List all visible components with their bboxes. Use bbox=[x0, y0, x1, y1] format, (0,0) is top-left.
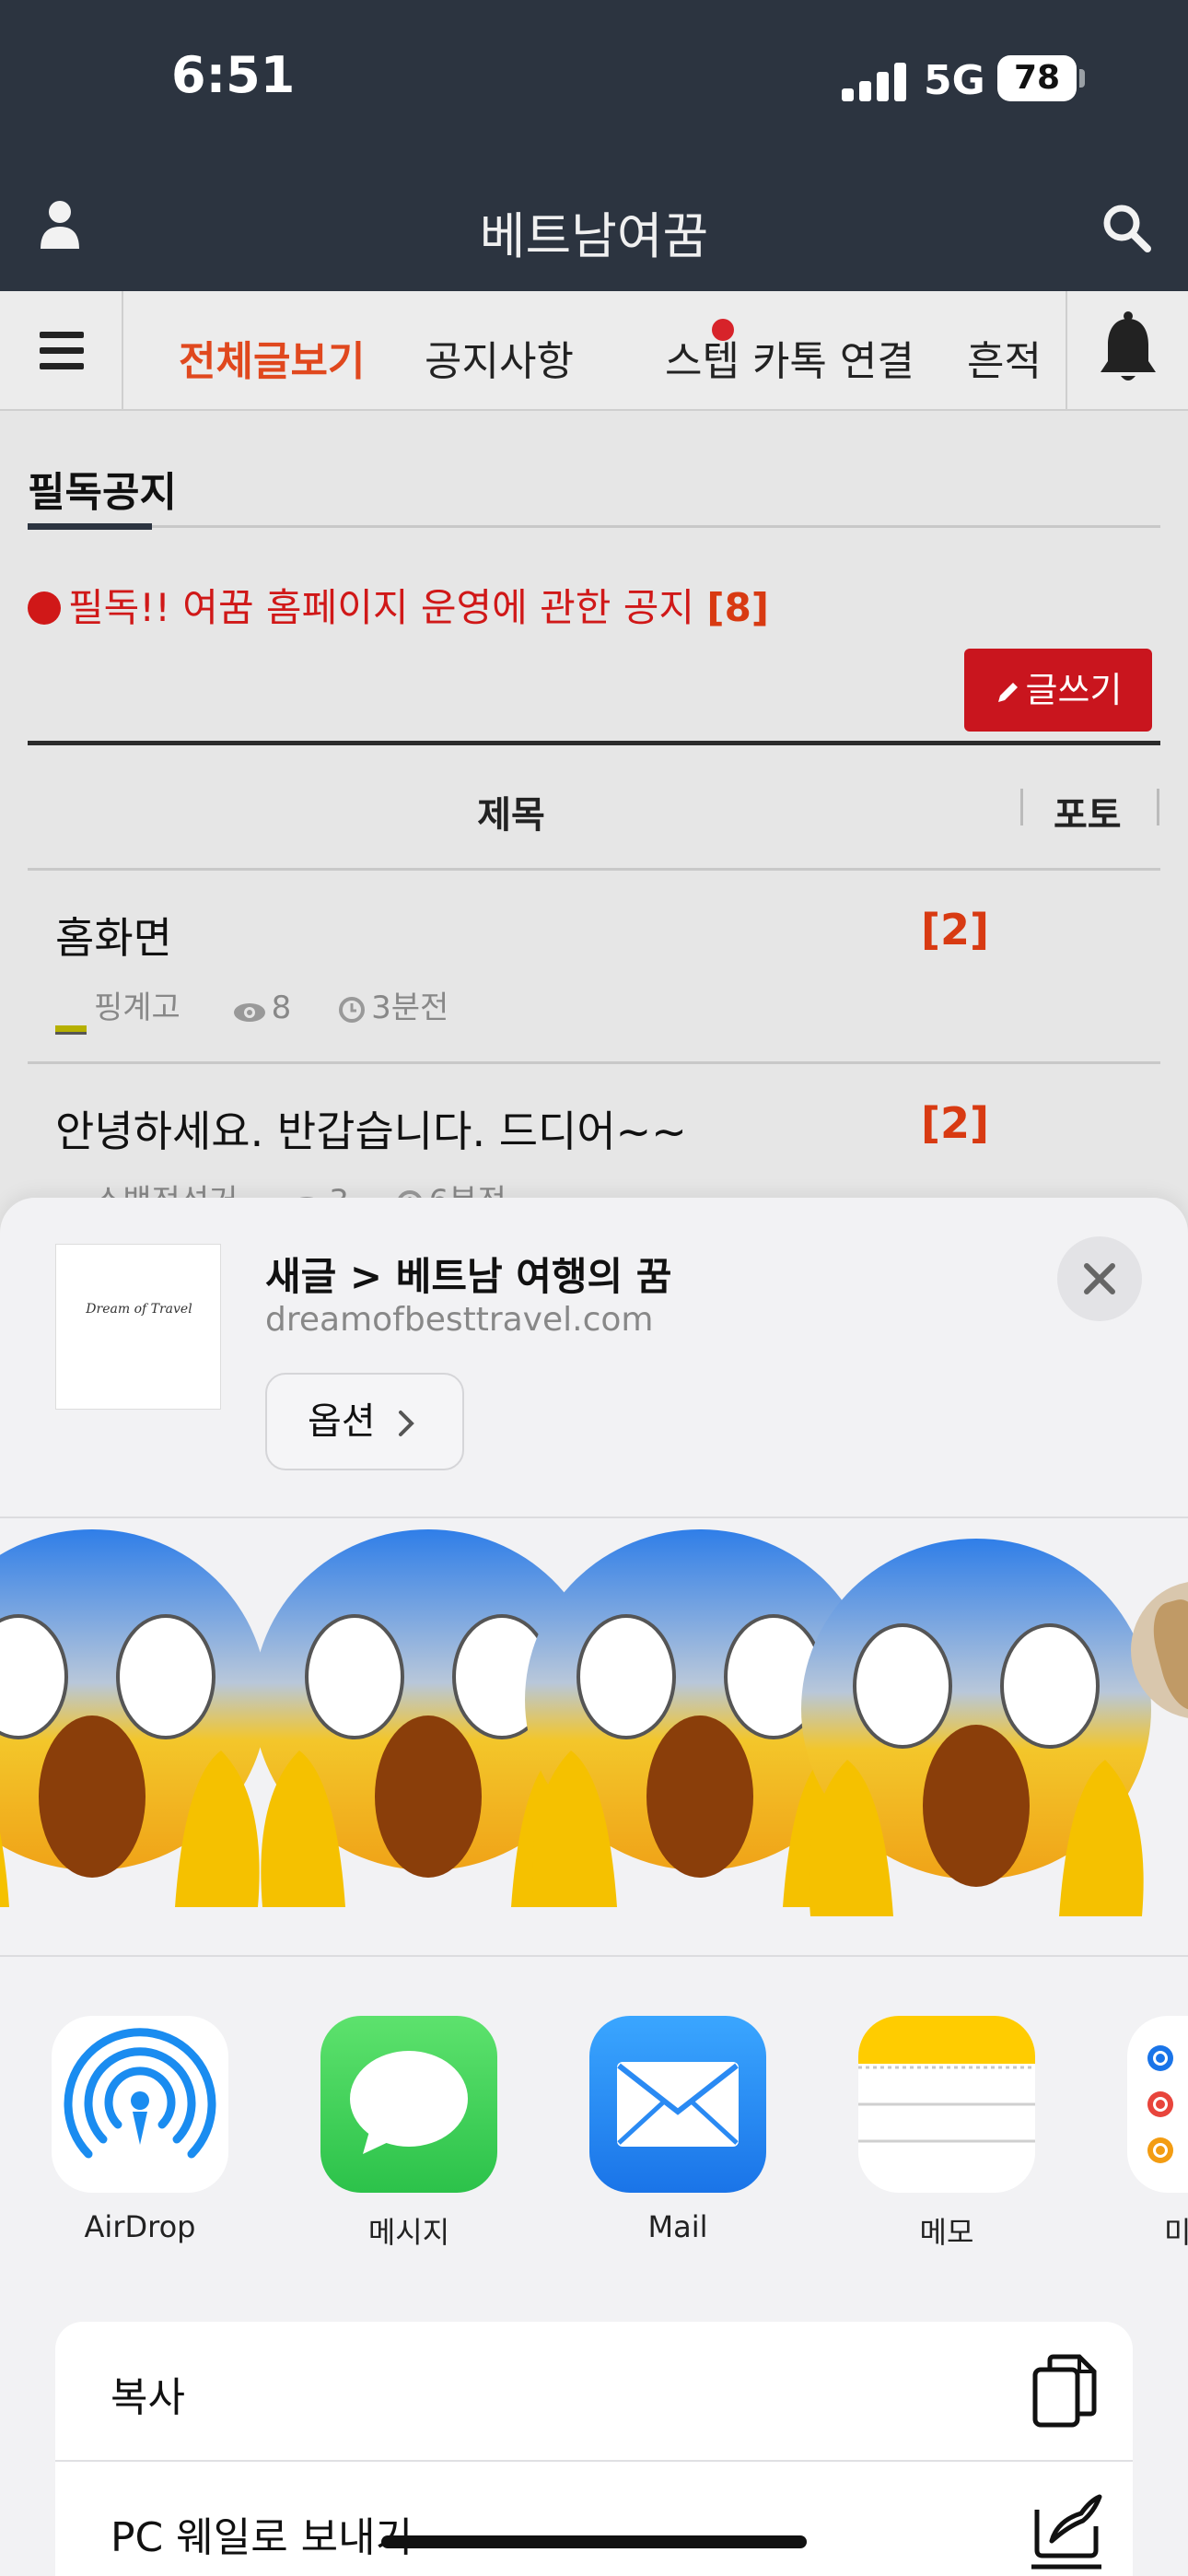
divider bbox=[28, 525, 1160, 528]
status-bar: 6:51 5G 78 bbox=[0, 0, 1188, 162]
copy-action[interactable]: 복사 bbox=[55, 2322, 1133, 2462]
post-views: 8 bbox=[271, 989, 292, 1026]
status-time: 6:51 bbox=[171, 46, 296, 104]
airdrop-icon bbox=[52, 2016, 228, 2193]
options-button[interactable]: 옵션 bbox=[265, 1373, 464, 1470]
post-author[interactable]: 핑계고 bbox=[94, 989, 181, 1026]
app-header: 베트남여꿈 bbox=[0, 162, 1188, 291]
hamburger-icon[interactable] bbox=[0, 291, 123, 409]
share-apps-row: AirDrop 메시지 Mail 메모 미 bbox=[0, 2016, 1188, 2255]
home-indicator[interactable] bbox=[381, 2535, 807, 2548]
post-time: 3분전 bbox=[371, 989, 449, 1026]
tab-all-posts[interactable]: 전체글보기 bbox=[179, 328, 365, 387]
action-label: PC 웨일로 보내기 bbox=[111, 2514, 413, 2561]
notes-icon bbox=[858, 2016, 1035, 2193]
share-title: 새글 > 베트남 여행의 꿈 bbox=[265, 1254, 672, 1299]
column-header-photo: 포토 bbox=[1054, 794, 1122, 837]
bell-icon[interactable] bbox=[1066, 291, 1188, 409]
options-label: 옵션 bbox=[308, 1400, 376, 1443]
post-comment-count: [2] bbox=[921, 1098, 990, 1148]
thumbnail-text: Dream of Travel bbox=[86, 1302, 192, 1317]
pencil-icon bbox=[997, 683, 1018, 702]
pinned-notice-link[interactable]: 필독!! 여꿈 홈페이지 운영에 관한 공지 [8] bbox=[28, 577, 769, 633]
notice-heading-underline bbox=[28, 523, 152, 530]
mail-icon bbox=[589, 2016, 766, 2193]
tab-staff-kakao[interactable]: 스텝 카톡 연결 bbox=[665, 328, 914, 387]
tab-traces[interactable]: 흔적 bbox=[967, 328, 1042, 387]
send-to-pc-whale-action[interactable]: PC 웨일로 보내기 bbox=[55, 2462, 1133, 2576]
category-nav: 전체글보기 공지사항 스텝 카톡 연결 흔적 bbox=[0, 291, 1188, 411]
app-label: AirDrop bbox=[84, 2209, 196, 2244]
post-title[interactable]: 홈화면 bbox=[55, 905, 172, 966]
network-type: 5G bbox=[924, 57, 985, 104]
search-icon[interactable] bbox=[1101, 203, 1151, 252]
red-dot-icon bbox=[28, 591, 61, 625]
copy-icon bbox=[1032, 2354, 1097, 2428]
post-meta: 핑계고 8 3분전 bbox=[55, 982, 448, 1035]
table-top-border bbox=[28, 741, 1160, 745]
signal-icon bbox=[842, 61, 906, 101]
member-level-icon bbox=[55, 1025, 87, 1035]
column-header-title: 제목 bbox=[477, 794, 545, 837]
write-post-label: 글쓰기 bbox=[1025, 670, 1123, 710]
contacts-row bbox=[0, 1520, 1188, 1953]
row-divider bbox=[28, 1061, 1160, 1064]
post-title[interactable]: 안녕하세요. 반갑습니다. 드디어~~ bbox=[55, 1098, 687, 1159]
pinned-notice-text: 필독!! 여꿈 홈페이지 운영에 관한 공지 bbox=[68, 585, 695, 630]
tab-notices[interactable]: 공지사항 bbox=[425, 328, 574, 387]
column-separator bbox=[1157, 789, 1159, 825]
app-label: 미 bbox=[1164, 2215, 1188, 2250]
app-label: 메모 bbox=[919, 2215, 974, 2250]
messages-icon bbox=[320, 2016, 497, 2193]
close-button[interactable] bbox=[1057, 1236, 1142, 1321]
screaming-face-emoji-overlay bbox=[0, 1528, 1153, 1918]
site-title[interactable]: 베트남여꿈 bbox=[0, 195, 1188, 268]
clock-icon bbox=[339, 997, 366, 1023]
share-sheet: Dream of Travel 새글 > 베트남 여행의 꿈 dreamofbe… bbox=[0, 1198, 1188, 2576]
tab-strip: 전체글보기 공지사항 스텝 카톡 연결 흔적 bbox=[125, 291, 1065, 409]
link-thumbnail: Dream of Travel bbox=[55, 1244, 221, 1410]
whale-send-icon bbox=[1031, 2494, 1102, 2570]
write-post-button[interactable]: 글쓰기 bbox=[964, 649, 1152, 732]
app-label: Mail bbox=[647, 2209, 708, 2244]
divider bbox=[0, 1516, 1188, 1518]
battery-icon: 78 bbox=[997, 55, 1077, 101]
battery-cap bbox=[1079, 69, 1085, 88]
share-url: dreamofbesttravel.com bbox=[265, 1301, 654, 1339]
action-label: 복사 bbox=[111, 2374, 185, 2421]
comment-count: [8] bbox=[706, 585, 770, 630]
eye-icon bbox=[233, 1003, 265, 1022]
close-icon bbox=[1084, 1263, 1115, 1294]
column-separator bbox=[1020, 789, 1023, 825]
notice-heading: 필독공지 bbox=[28, 469, 177, 516]
divider bbox=[0, 1955, 1188, 1957]
chevron-right-icon bbox=[399, 1411, 414, 1436]
app-label: 메시지 bbox=[367, 2215, 450, 2250]
reminders-icon bbox=[1127, 2016, 1188, 2193]
row-divider bbox=[28, 868, 1160, 871]
post-comment-count: [2] bbox=[921, 905, 990, 954]
